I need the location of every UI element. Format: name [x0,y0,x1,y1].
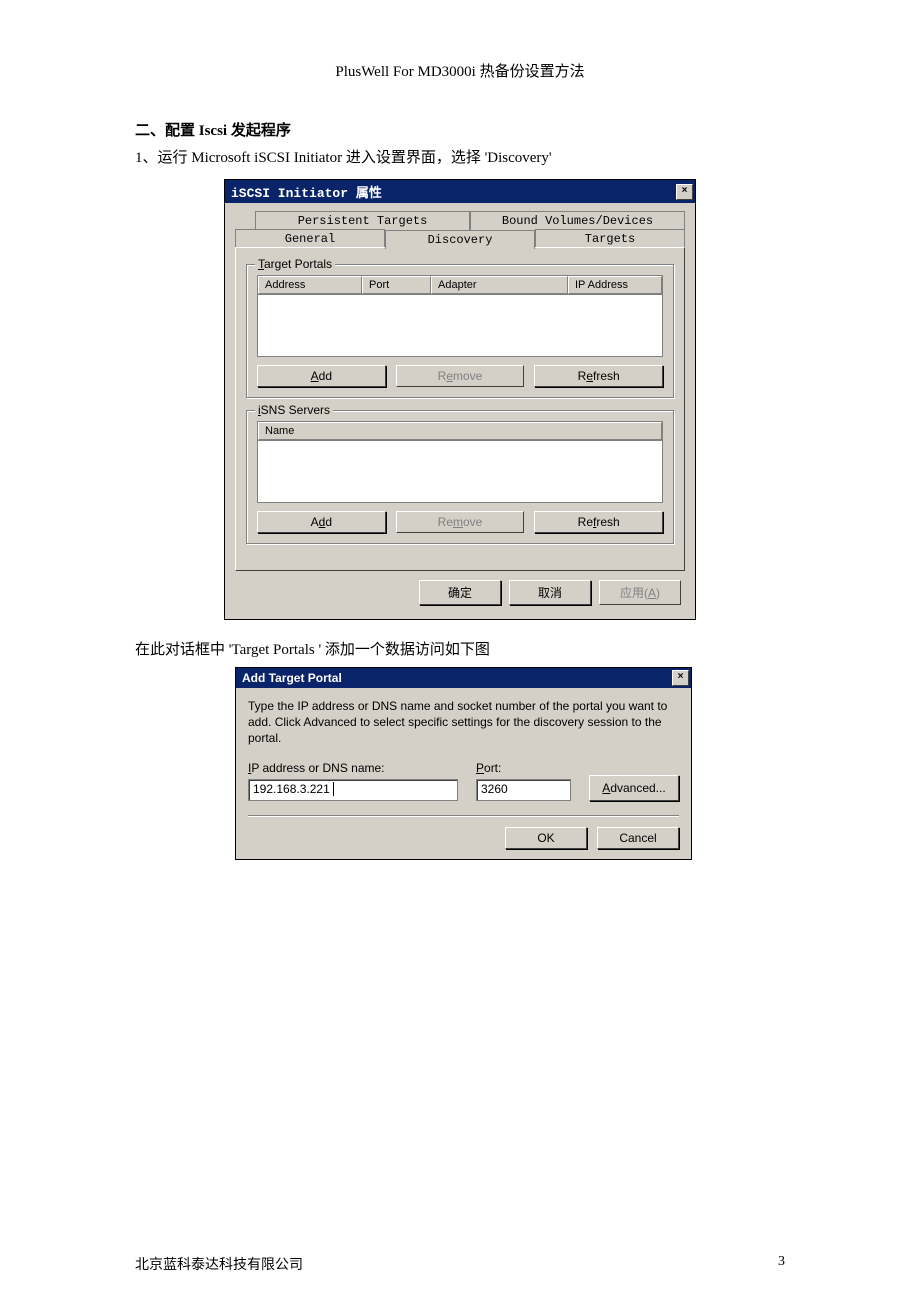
refresh-isns-button[interactable]: Refresh [534,511,663,533]
cancel-button[interactable]: Cancel [597,827,679,849]
tab-bound-volumes[interactable]: Bound Volumes/Devices [470,211,685,230]
tab-general[interactable]: General [235,229,385,248]
col-adapter[interactable]: Adapter [431,276,568,294]
target-portals-list[interactable]: Address Port Adapter IP Address [257,275,663,357]
add-target-portal-button[interactable]: Add [257,365,386,387]
close-icon[interactable]: × [676,184,693,200]
dialog-titlebar: iSCSI Initiator 属性 × [225,180,695,203]
divider [248,815,679,817]
group-legend-target-portals: Target Portals [255,257,335,271]
footer-page-number: 3 [778,1254,785,1274]
isns-servers-group: iSNS Servers Name Add Remove Refresh [246,410,674,544]
group-legend-isns: iSNS Servers [255,403,333,417]
isns-servers-list[interactable]: Name [257,421,663,503]
apply-button: 应用(A) [599,580,681,605]
advanced-button[interactable]: Advanced... [589,775,679,801]
refresh-target-portal-button[interactable]: Refresh [534,365,663,387]
ok-button[interactable]: OK [505,827,587,849]
col-name[interactable]: Name [258,422,662,440]
dialog2-titlebar: Add Target Portal × [236,668,691,688]
port-label: Port: [476,761,571,775]
mid-instruction-text: 在此对话框中 'Target Portals ' 添加一个数据访问如下图 [135,638,785,659]
iscsi-properties-dialog: iSCSI Initiator 属性 × Persistent Targets … [224,179,696,620]
add-target-portal-dialog: Add Target Portal × Type the IP address … [235,667,692,860]
col-ip-address[interactable]: IP Address [568,276,662,294]
remove-target-portal-button: Remove [396,365,525,387]
footer-company: 北京蓝科泰达科技有限公司 [135,1254,303,1274]
col-address[interactable]: Address [258,276,362,294]
dialog-title: iSCSI Initiator 属性 [231,182,382,201]
ip-address-label: IP address or DNS name: [248,761,458,775]
step-1-text: 1、运行 Microsoft iSCSI Initiator 进入设置界面，选择… [135,146,785,167]
tab-targets[interactable]: Targets [535,229,685,248]
tab-persistent-targets[interactable]: Persistent Targets [255,211,470,230]
section-title: 二、配置 Iscsi 发起程序 [135,119,785,140]
tab-discovery[interactable]: Discovery [385,230,535,249]
dialog2-description: Type the IP address or DNS name and sock… [248,698,679,747]
ok-button[interactable]: 确定 [419,580,501,605]
doc-header: PlusWell For MD3000i 热备份设置方法 [135,60,785,81]
target-portals-group: Target Portals Address Port Adapter IP A… [246,264,674,398]
port-input[interactable]: 3260 [476,779,571,801]
add-isns-button[interactable]: Add [257,511,386,533]
col-port[interactable]: Port [362,276,431,294]
dialog2-title: Add Target Portal [242,671,342,685]
close-icon[interactable]: × [672,670,689,686]
remove-isns-button: Remove [396,511,525,533]
cancel-button[interactable]: 取消 [509,580,591,605]
ip-address-input[interactable]: 192.168.3.221 [248,779,458,801]
